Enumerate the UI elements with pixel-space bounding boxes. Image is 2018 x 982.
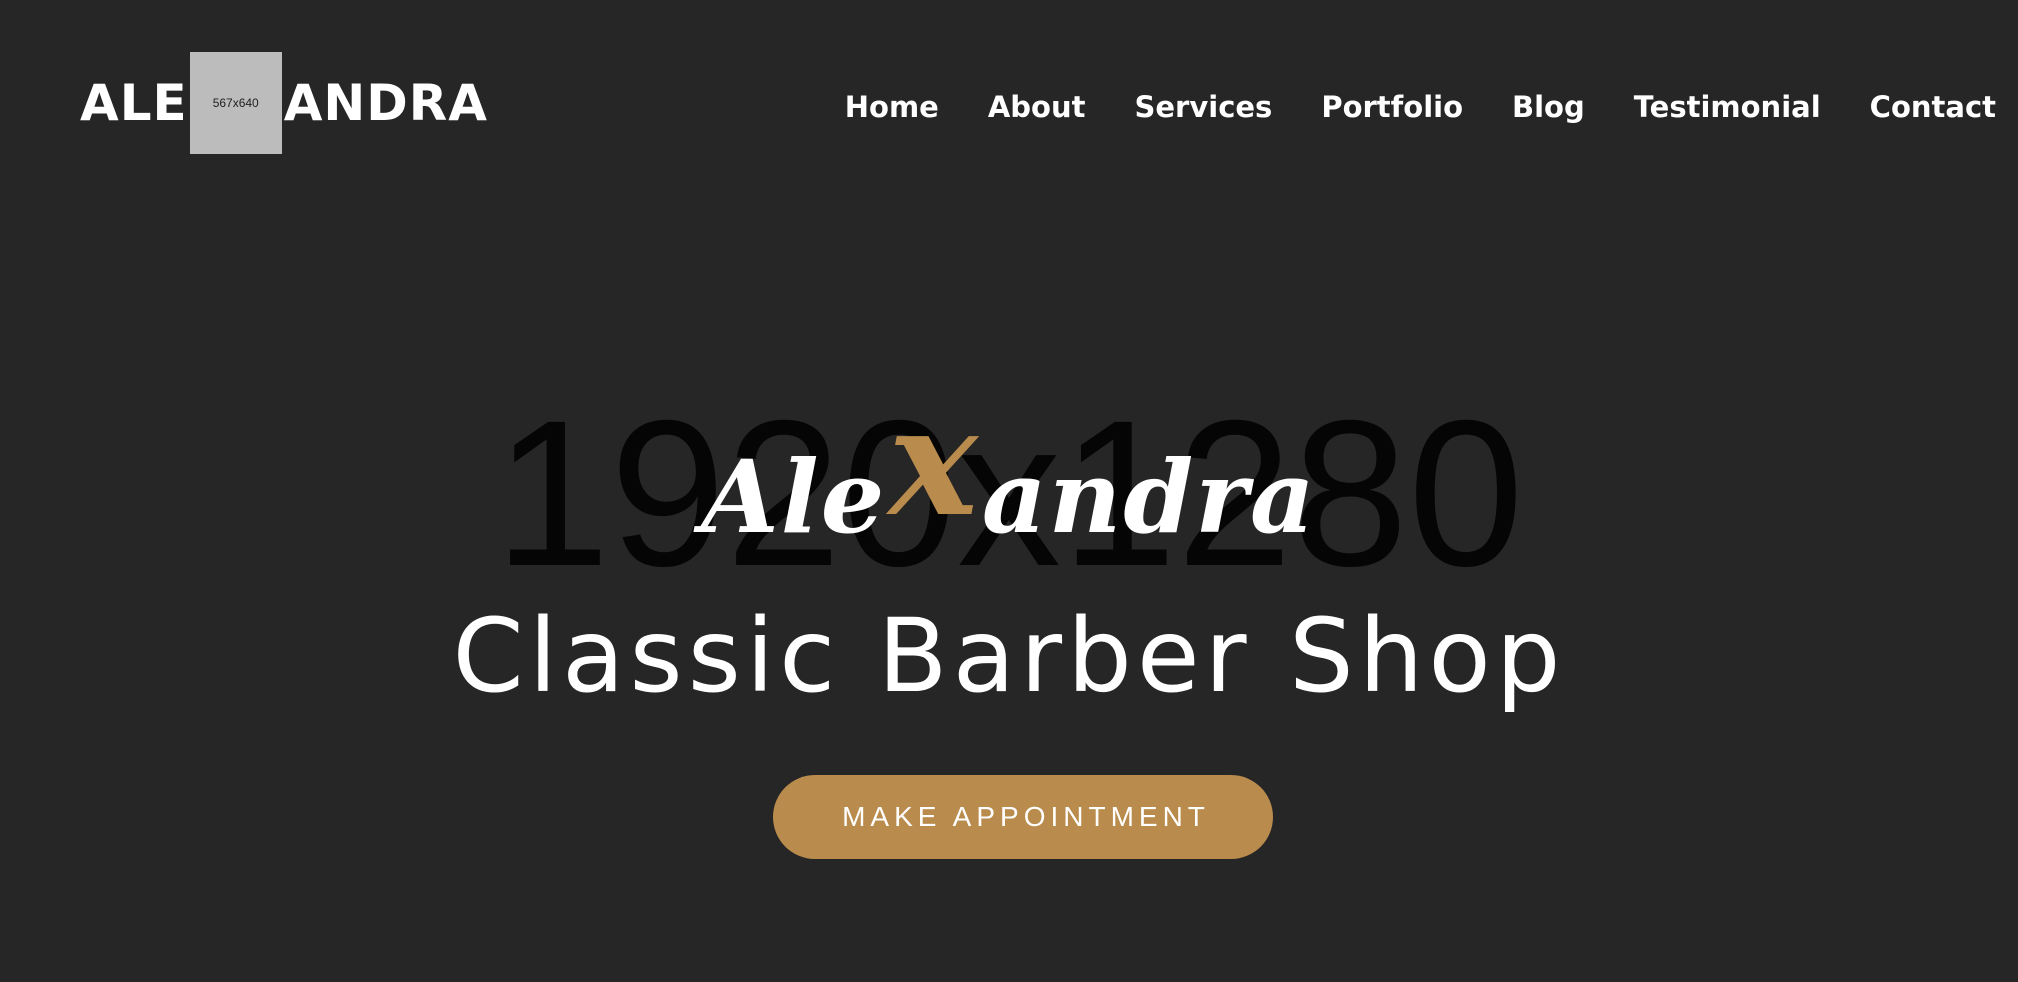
make-appointment-button[interactable]: MAKE APPOINTMENT [773,775,1273,859]
brand-accent-letter: x [888,374,980,550]
nav-item-home[interactable]: Home [845,90,939,124]
nav-item-blog[interactable]: Blog [1512,90,1585,124]
hero-brand-title: Alexandra [0,387,2018,567]
brand-prefix: Ale [701,438,887,556]
hero-subtitle: Classic Barber Shop [452,597,1566,716]
logo-text-left: ALE [80,74,188,132]
nav-item-services[interactable]: Services [1135,90,1273,124]
logo-image-placeholder: 567x640 [189,52,282,154]
nav-item-contact[interactable]: Contact [1870,90,1996,124]
site-header: ALE 567x640 ANDRA Home About Services Po… [0,0,2018,190]
site-logo[interactable]: ALE 567x640 ANDRA [80,52,488,154]
nav-item-portfolio[interactable]: Portfolio [1321,90,1463,124]
logo-text-right: ANDRA [283,74,488,132]
brand-suffix: andra [981,438,1317,556]
nav-item-testimonial[interactable]: Testimonial [1634,90,1821,124]
main-navigation: Home About Services Portfolio Blog Testi… [845,90,1996,124]
nav-item-about[interactable]: About [988,90,1086,124]
